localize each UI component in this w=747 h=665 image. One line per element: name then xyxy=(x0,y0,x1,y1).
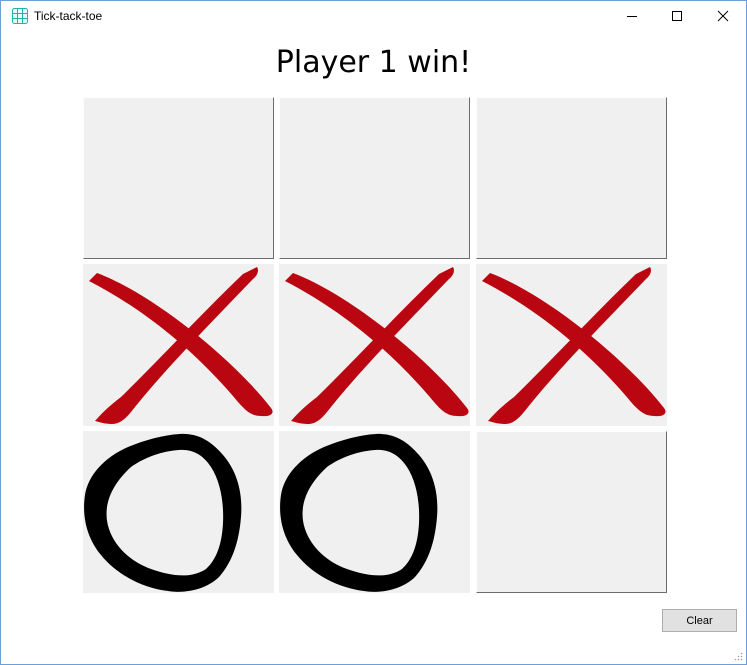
board-cell-2-3[interactable] xyxy=(476,264,667,426)
board-cell-2-1[interactable] xyxy=(83,264,274,426)
maximize-icon xyxy=(672,11,682,21)
board-cell-3-2[interactable] xyxy=(279,431,470,593)
clear-button[interactable]: Clear xyxy=(662,609,737,632)
close-button[interactable] xyxy=(700,1,746,31)
board-cell-2-2[interactable] xyxy=(279,264,470,426)
board-cell-1-2[interactable] xyxy=(279,97,470,259)
board-cell-3-3[interactable] xyxy=(476,431,667,593)
resize-grip-icon[interactable] xyxy=(733,651,743,661)
minimize-button[interactable] xyxy=(609,1,655,31)
board-cell-1-1[interactable] xyxy=(83,97,274,259)
x-mark-icon xyxy=(482,267,666,424)
game-board xyxy=(83,97,667,594)
board-cell-3-1[interactable] xyxy=(83,431,274,593)
o-mark-icon xyxy=(84,433,242,592)
close-icon xyxy=(717,10,729,22)
title-bar[interactable]: Tick-tack-toe xyxy=(1,1,746,31)
app-window: Tick-tack-toe Player 1 win! Clear xyxy=(0,0,747,665)
window-title: Tick-tack-toe xyxy=(34,9,103,23)
minimize-icon xyxy=(627,16,637,17)
maximize-button[interactable] xyxy=(654,1,700,31)
board-cell-1-3[interactable] xyxy=(476,97,667,259)
x-mark-icon xyxy=(89,267,273,424)
x-mark-icon xyxy=(285,267,469,424)
grid-app-icon xyxy=(12,8,28,24)
game-status-message: Player 1 win! xyxy=(275,45,472,80)
o-mark-icon xyxy=(280,433,438,592)
